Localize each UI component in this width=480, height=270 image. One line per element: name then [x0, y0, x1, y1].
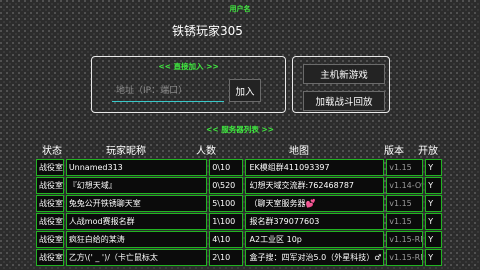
- server-player-count: 0\520: [209, 177, 243, 194]
- server-list: 战役室 Unnamed313 0\10 EK模组群411093397 v1.15…: [36, 159, 443, 267]
- server-address-input[interactable]: [112, 80, 224, 102]
- server-row[interactable]: 战役室 『幻想天域』 0\520 幻想天域交流群:762468787 v1.14…: [36, 177, 443, 194]
- server-version: v1.15: [386, 159, 424, 176]
- server-open: Y: [425, 249, 443, 266]
- host-new-game-button[interactable]: 主机新游戏: [303, 64, 385, 84]
- server-map: 幻想天域交流群:762468787: [244, 177, 385, 194]
- column-header-version: 版本: [384, 146, 404, 157]
- server-status: 战役室: [36, 159, 64, 176]
- server-map: （聊天室服务器💕: [244, 195, 385, 212]
- server-map: 盒子搜：四军对治5.0（外星科技）♂: [244, 249, 385, 266]
- server-map: EK模组群411093397: [244, 159, 385, 176]
- server-nickname: 兔兔公开铁锈聊天室: [65, 195, 208, 212]
- server-map: A2工业区 10p: [244, 231, 385, 248]
- server-nickname: 『幻想天域』: [65, 177, 208, 194]
- server-player-count: 5\100: [209, 195, 243, 212]
- server-status: 战役室: [36, 195, 64, 212]
- direct-join-title: << 直接加入 >>: [158, 62, 219, 71]
- username-label: 用户名: [229, 5, 251, 13]
- server-row[interactable]: 战役室 人战mod赛报名群 1\100 报名群379077603 v1.15 Y: [36, 213, 443, 230]
- server-status: 战役室: [36, 231, 64, 248]
- server-version: v1.15: [386, 195, 424, 212]
- server-player-count: 4\10: [209, 231, 243, 248]
- server-nickname: 人战mod赛报名群: [65, 213, 208, 230]
- server-row[interactable]: 战役室 疯狂白给的某涛 4\10 A2工业区 10p v1.15-RN- Y: [36, 231, 443, 248]
- column-header-open: 开放: [418, 146, 438, 157]
- server-row[interactable]: 战役室 兔兔公开铁锈聊天室 5\100 （聊天室服务器💕 v1.15 Y: [36, 195, 443, 212]
- server-version: v1.15: [386, 213, 424, 230]
- server-player-count: 0\10: [209, 159, 243, 176]
- username-display[interactable]: 铁锈玩家305: [172, 22, 243, 39]
- server-list-title: << 服务器列表 >>: [206, 125, 274, 134]
- server-open: Y: [425, 177, 443, 194]
- server-nickname: Unnamed313: [65, 159, 208, 176]
- column-header-map: 地图: [289, 146, 309, 157]
- server-open: Y: [425, 231, 443, 248]
- server-version: v1.15-RN-: [386, 249, 424, 266]
- server-version: v1.15-RN-: [386, 231, 424, 248]
- server-row[interactable]: 战役室 乙方\(' _ ')/（卡亡鼠标太 2\10 盒子搜：四军对治5.0（外…: [36, 249, 443, 266]
- server-nickname: 疯狂白给的某涛: [65, 231, 208, 248]
- server-open: Y: [425, 159, 443, 176]
- server-version: v1.14-Oth: [386, 177, 424, 194]
- join-button[interactable]: 加入: [229, 79, 261, 102]
- server-nickname: 乙方\(' _ ')/（卡亡鼠标太: [65, 249, 208, 266]
- server-player-count: 1\100: [209, 213, 243, 230]
- server-open: Y: [425, 195, 443, 212]
- server-open: Y: [425, 213, 443, 230]
- server-map: 报名群379077603: [244, 213, 385, 230]
- server-player-count: 2\10: [209, 249, 243, 266]
- server-status: 战役室: [36, 249, 64, 266]
- server-row[interactable]: 战役室 Unnamed313 0\10 EK模组群411093397 v1.15…: [36, 159, 443, 176]
- server-status: 战役室: [36, 177, 64, 194]
- column-header-count: 人数: [196, 146, 216, 157]
- server-status: 战役室: [36, 213, 64, 230]
- load-replay-button[interactable]: 加载战斗回放: [303, 91, 385, 111]
- column-header-nickname: 玩家昵称: [106, 146, 146, 157]
- column-header-status: 状态: [42, 146, 62, 157]
